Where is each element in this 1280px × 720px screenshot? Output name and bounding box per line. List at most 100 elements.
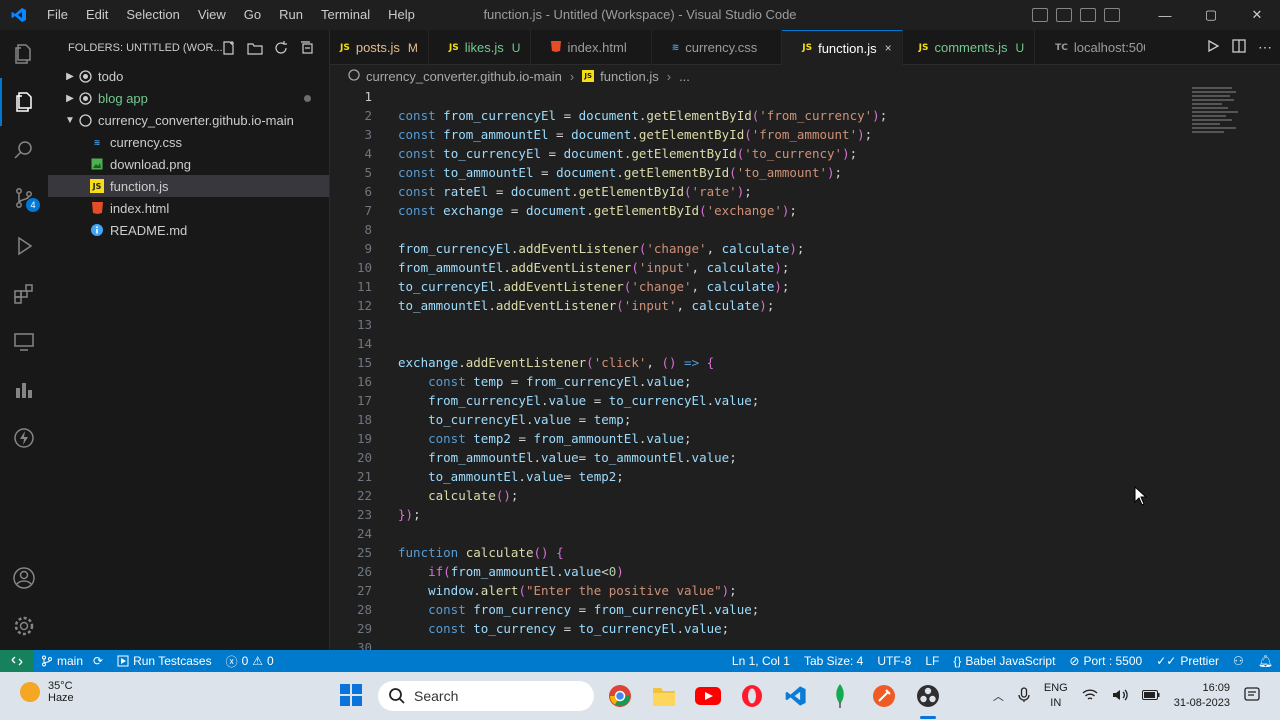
minimap[interactable] [1192, 87, 1242, 147]
code-editor[interactable]: 1 2 const from_currencyEl = document.getE… [330, 87, 1280, 650]
run-testcases-button[interactable]: Run Testcases [110, 654, 219, 668]
chrome-icon[interactable] [606, 682, 634, 710]
more-actions-icon[interactable]: ⋯ [1258, 39, 1272, 56]
code-line: 22 calculate(); [356, 488, 519, 503]
breadcrumb-more[interactable]: ... [679, 69, 690, 84]
volume-icon[interactable] [1112, 688, 1128, 705]
toggle-sidebar-icon[interactable] [1032, 8, 1048, 22]
customize-layout-icon[interactable] [1104, 8, 1120, 22]
tree-file-download-png[interactable]: download.png [48, 153, 329, 175]
tree-folder-currency-converter[interactable]: ▼ currency_converter.github.io-main [48, 109, 329, 131]
language-indicator[interactable]: ENG IN [1044, 681, 1068, 711]
clock[interactable]: 16:09 31-08-2023 [1174, 681, 1230, 711]
notifications-bell-icon[interactable]: 🔔︎ [1251, 654, 1280, 668]
menu-help[interactable]: Help [379, 0, 424, 30]
encoding[interactable]: UTF-8 [870, 654, 918, 668]
refresh-icon[interactable] [273, 40, 289, 56]
menu-view[interactable]: View [189, 0, 235, 30]
tree-folder-blog-app[interactable]: ▶ blog app [48, 87, 329, 109]
battery-icon[interactable] [1141, 689, 1160, 703]
mongodb-icon[interactable] [826, 682, 854, 710]
tree-file-function-js[interactable]: JS function.js [48, 175, 329, 197]
tab-index-html[interactable]: index.html [531, 30, 652, 65]
vscode-taskbar-icon[interactable] [782, 682, 810, 710]
code-line: 29 const to_currency = to_currencyEl.val… [356, 621, 730, 636]
close-tab-icon[interactable]: × [885, 41, 892, 55]
run-debug-icon[interactable] [0, 222, 48, 270]
menu-run[interactable]: Run [270, 0, 312, 30]
code-line: 7 const exchange = document.getElementByI… [364, 203, 797, 218]
menu-selection[interactable]: Selection [117, 0, 188, 30]
tab-posts-js[interactable]: JS posts.js M [330, 30, 429, 65]
obs-icon[interactable] [914, 682, 942, 710]
prettier-status[interactable]: ✓✓ Prettier [1149, 654, 1226, 668]
breadcrumb-file[interactable]: function.js [600, 69, 659, 84]
mouse-cursor-icon [1134, 485, 1148, 511]
file-explorer-icon[interactable] [650, 682, 678, 710]
postman-icon[interactable] [870, 682, 898, 710]
tab-likes-js[interactable]: JS likes.js U [429, 30, 532, 65]
microphone-icon[interactable] [1018, 686, 1030, 706]
youtube-icon[interactable] [694, 682, 722, 710]
tab-localhost[interactable]: TC localhost:500 [1035, 30, 1145, 65]
tree-item-label: todo [98, 68, 124, 84]
collapse-all-icon[interactable] [299, 40, 315, 56]
taskbar-search[interactable]: Search [378, 681, 594, 711]
new-folder-icon[interactable] [247, 40, 263, 56]
menu-terminal[interactable]: Terminal [312, 0, 379, 30]
tree-folder-todo[interactable]: ▶ todo [48, 65, 329, 87]
split-editor-icon[interactable] [1232, 39, 1246, 56]
source-control-icon[interactable]: 4 [0, 174, 48, 222]
language-mode[interactable]: {} Babel JavaScript [946, 654, 1062, 668]
explorer-icon[interactable] [0, 30, 48, 78]
tab-size[interactable]: Tab Size: 4 [797, 654, 870, 668]
testing-icon[interactable] [0, 366, 48, 414]
close-window-icon[interactable]: ✕ [1234, 0, 1280, 30]
remote-explorer-icon[interactable] [0, 318, 48, 366]
code-line: 14 [356, 336, 372, 351]
notification-center-icon[interactable] [1244, 686, 1260, 706]
tree-file-currency-css[interactable]: ≋ currency.css [48, 131, 329, 153]
menu-edit[interactable]: Edit [77, 0, 117, 30]
info-file-icon [90, 223, 104, 237]
tree-file-index-html[interactable]: index.html [48, 197, 329, 219]
folder-view-icon[interactable] [0, 78, 48, 126]
maximize-icon[interactable]: ▢ [1188, 0, 1234, 30]
menu-go[interactable]: Go [235, 0, 270, 30]
settings-gear-icon[interactable] [0, 602, 48, 650]
vscode-logo-icon [0, 0, 38, 30]
active-app-indicator [920, 716, 936, 719]
menu-file[interactable]: File [38, 0, 77, 30]
weather-widget[interactable]: 35°C Haze [20, 680, 74, 704]
chevron-up-icon[interactable]: ︿ [993, 688, 1004, 704]
search-icon[interactable] [0, 126, 48, 174]
wifi-icon[interactable] [1082, 688, 1098, 705]
windows-start-icon[interactable] [340, 684, 362, 706]
tab-label: currency.css [685, 40, 758, 55]
toggle-panel-icon[interactable] [1056, 8, 1072, 22]
run-icon [117, 655, 129, 667]
tab-currency-css[interactable]: ≋ currency.css [652, 30, 783, 65]
tab-function-js[interactable]: JS function.js × [782, 30, 903, 65]
new-file-icon[interactable] [221, 40, 237, 56]
live-share-status-icon[interactable]: ⚇ [1226, 654, 1251, 668]
opera-icon[interactable] [738, 682, 766, 710]
sync-icon[interactable]: ⟳ [93, 654, 103, 668]
live-share-icon[interactable] [0, 414, 48, 462]
problems-indicator[interactable]: ⓧ 0 ⚠ 0 [219, 653, 281, 670]
remote-indicator-icon[interactable] [0, 650, 34, 672]
double-check-icon: ✓✓ [1156, 654, 1177, 668]
cursor-position[interactable]: Ln 1, Col 1 [725, 654, 797, 668]
accounts-icon[interactable] [0, 554, 48, 602]
extensions-icon[interactable] [0, 270, 48, 318]
run-file-icon[interactable] [1206, 39, 1220, 56]
tree-file-readme-md[interactable]: README.md [48, 219, 329, 241]
image-file-icon [90, 157, 104, 171]
live-server-port[interactable]: ⊘ Port : 5500 [1062, 654, 1149, 668]
toggle-secondary-sidebar-icon[interactable] [1080, 8, 1096, 22]
tab-comments-js[interactable]: JS comments.js U [903, 30, 1036, 65]
breadcrumb-folder[interactable]: currency_converter.github.io-main [366, 69, 562, 84]
minimize-icon[interactable]: — [1142, 0, 1188, 30]
end-of-line[interactable]: LF [918, 654, 946, 668]
git-branch[interactable]: main ⟳ [34, 654, 110, 668]
